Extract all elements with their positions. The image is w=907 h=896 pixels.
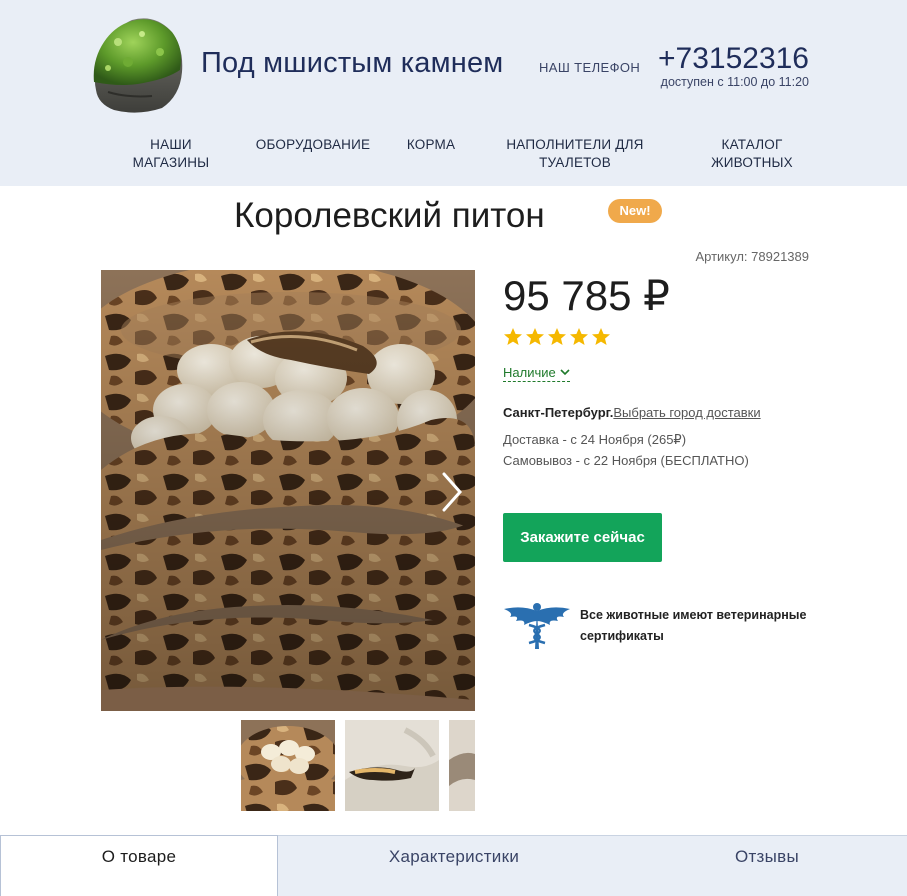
nav-item-shops-line1: НАШИ — [150, 137, 192, 152]
nav-item-equipment-label: ОБОРУДОВАНИЕ — [255, 137, 371, 152]
delivery-city: Санкт-Петербург. — [503, 405, 614, 420]
star-icon — [526, 328, 544, 345]
python-photo — [101, 270, 475, 711]
nav-item-animals-line1: КАТАЛОГ — [721, 137, 783, 152]
delivery-info: Доставка - с 24 Ноября (265₽) — [503, 432, 687, 447]
thumbnail-3-photo — [449, 720, 475, 811]
nav-item-shops-line2: МАГАЗИНЫ — [132, 155, 210, 170]
nav-item-litter[interactable]: НАПОЛНИТЕЛИ ДЛЯ ТУАЛЕТОВ — [499, 136, 651, 172]
thumbnail-3[interactable] — [449, 720, 475, 811]
nav-item-food-label: КОРМА — [406, 137, 456, 152]
star-icon — [548, 328, 566, 345]
chevron-down-icon — [560, 369, 570, 376]
availability-label: Наличие — [503, 365, 556, 380]
caduceus-wings-icon — [504, 603, 570, 649]
product-price: 95 785 ₽ — [503, 272, 670, 319]
order-now-button[interactable]: Закажите сейчас — [503, 513, 662, 562]
vet-certificate-text: Все животные имеют ветеринарные сертифик… — [580, 608, 807, 643]
rating-stars — [503, 327, 611, 349]
tab-reviews[interactable]: Отзывы — [650, 836, 884, 896]
thumbnail-2[interactable] — [345, 720, 439, 811]
product-title: Королевский питон — [234, 196, 545, 235]
phone-label: НАШ ТЕЛЕФОН — [539, 60, 641, 75]
chevron-right-icon[interactable] — [438, 470, 466, 514]
thumbnail-1-photo — [241, 720, 335, 811]
new-badge: New! — [608, 199, 662, 223]
tab-about[interactable]: О товаре — [0, 835, 278, 896]
phone-number[interactable]: +73152316 — [658, 42, 809, 76]
product-sku: Артикул: 78921389 — [695, 249, 809, 264]
star-icon — [570, 328, 588, 345]
thumbnail-2-photo — [345, 720, 439, 811]
nav-item-equipment[interactable]: ОБОРУДОВАНИЕ — [248, 136, 378, 154]
nav-item-litter-line2: ТУАЛЕТОВ — [539, 155, 611, 170]
nav-item-shops[interactable]: НАШИ МАГАЗИНЫ — [126, 136, 216, 172]
thumbnail-1[interactable] — [241, 720, 335, 811]
product-tabs: О товаре Характеристики Отзывы — [0, 835, 907, 896]
nav-item-animals-line2: ЖИВОТНЫХ — [711, 155, 793, 170]
main-nav: НАШИ МАГАЗИНЫ ОБОРУДОВАНИЕ КОРМА НАПОЛНИ… — [0, 136, 907, 176]
site-header: Под мшистым камнем НАШ ТЕЛЕФОН +73152316… — [0, 0, 907, 186]
star-icon — [592, 328, 610, 345]
star-icon — [504, 328, 522, 345]
phone-hours: доступен с 11:00 до 11:20 — [660, 75, 809, 89]
moss-stone-logo[interactable] — [88, 12, 186, 116]
nav-item-food[interactable]: КОРМА — [400, 136, 462, 154]
choose-city-link[interactable]: Выбрать город доставки — [613, 405, 760, 420]
brand-name[interactable]: Под мшистым камнем — [201, 47, 503, 80]
nav-item-animals[interactable]: КАТАЛОГ ЖИВОТНЫХ — [700, 136, 804, 172]
availability-dropdown[interactable]: Наличие — [503, 365, 570, 382]
delivery-city-line: Санкт-Петербург.Выбрать город доставки — [503, 405, 761, 420]
tab-specs[interactable]: Характеристики — [312, 836, 596, 896]
product-main-photo[interactable] — [101, 270, 475, 711]
nav-item-litter-line1: НАПОЛНИТЕЛИ ДЛЯ — [506, 137, 644, 152]
pickup-info: Самовывоз - с 22 Ноября (БЕСПЛАТНО) — [503, 453, 749, 468]
